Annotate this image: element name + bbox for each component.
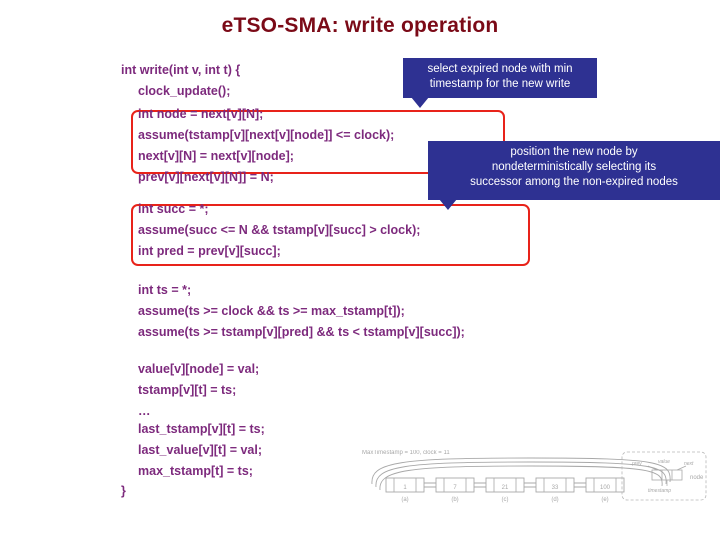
code-line: next[v][N] = next[v][node];: [138, 149, 294, 163]
code-line: assume(ts >= clock && ts >= max_tstamp[t…: [138, 304, 405, 318]
code-line: int pred = prev[v][succ];: [138, 244, 281, 258]
slide-canvas: eTSO-SMA: write operation int write(int …: [0, 0, 720, 540]
diagram-node-label: (a): [401, 497, 408, 503]
callout-line: select expired node with min: [427, 63, 573, 75]
diagram-node-label: (d): [551, 497, 558, 503]
code-line: assume(succ <= N && tstamp[v][succ] > cl…: [138, 223, 421, 237]
code-line: max_tstamp[t] = ts;: [138, 464, 253, 478]
code-line: int succ = *;: [138, 202, 209, 216]
code-line: int write(int v, int t) {: [121, 63, 241, 77]
legend-node-label: node: [690, 475, 704, 481]
callout-pointer-icon: [411, 97, 429, 108]
code-line: assume(ts >= tstamp[v][pred] && ts < tst…: [138, 325, 465, 339]
diagram-node-value: 33: [552, 485, 559, 491]
code-line: …: [138, 404, 151, 418]
callout-line: position the new node by: [510, 146, 638, 158]
code-line: assume(tstamp[v][next[v][node]] <= clock…: [138, 128, 395, 142]
code-line: }: [121, 484, 126, 498]
legend-value-label: value: [658, 459, 670, 465]
callout-pointer-icon: [439, 199, 457, 210]
diagram-node-label: (b): [451, 497, 458, 503]
callout-line: nondeterministically selecting its: [491, 161, 657, 173]
linked-list-diagram: MaxTimestamp = 100, clock = 11 1 (a) 7 (b) 2…: [360, 444, 716, 524]
diagram-node-value: 21: [502, 485, 509, 491]
code-line: clock_update();: [138, 84, 231, 98]
code-line: prev[v][next[v][N]] = N;: [138, 170, 274, 184]
page-title: eTSO-SMA: write operation: [221, 14, 499, 37]
diagram-node-label: (c): [502, 497, 509, 503]
code-line: last_value[v][t] = val;: [138, 443, 263, 457]
callout-position-new-node: position the new node by nondeterministi…: [428, 141, 720, 200]
callout-line: successor among the non-expired nodes: [470, 176, 678, 188]
legend-prev-label: prev: [631, 461, 642, 467]
code-line: int node = next[v][N];: [138, 107, 264, 121]
diagram-node-label: (e): [601, 497, 608, 503]
legend-next-label: next: [684, 461, 694, 467]
legend-timestamp-label: timestamp: [648, 488, 671, 494]
diagram-node-value: 100: [600, 485, 611, 491]
callout-select-expired-node: select expired node with min timestamp f…: [403, 58, 597, 98]
diagram-header-label: MaxTimestamp = 100, clock = 11: [362, 450, 450, 456]
code-line: tstamp[v][t] = ts;: [138, 383, 237, 397]
code-line: int ts = *;: [138, 283, 192, 297]
code-line: last_tstamp[v][t] = ts;: [138, 422, 265, 436]
code-line: value[v][node] = val;: [138, 362, 260, 376]
callout-line: timestamp for the new write: [429, 78, 571, 90]
